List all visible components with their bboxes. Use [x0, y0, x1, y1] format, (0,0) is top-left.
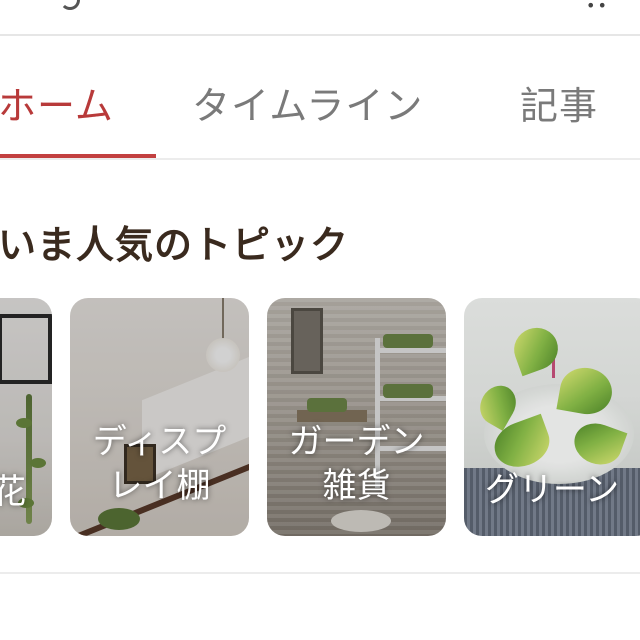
section-title: いま人気のトピック	[0, 223, 350, 267]
tab-timeline[interactable]: タイムライン	[192, 86, 423, 126]
top-bar: ••	[0, 0, 640, 36]
topic-card-green[interactable]: グリーン	[464, 298, 640, 536]
tab-bar: ホーム タイムライン 記事	[0, 36, 640, 158]
more-icon[interactable]: ••	[586, 0, 609, 15]
topic-label-line1: ディスプ	[92, 422, 227, 462]
topic-card-flower[interactable]: 花	[0, 298, 52, 536]
topic-label-line2: 雑貨	[322, 466, 391, 506]
tab-home[interactable]: ホーム	[0, 86, 114, 126]
topic-card-garden-goods[interactable]: ガーデン 雑貨	[267, 298, 446, 536]
tab-articles[interactable]: 記事	[520, 86, 598, 126]
section-divider	[0, 572, 640, 574]
topic-card-display-shelf[interactable]: ディスプ レイ棚	[70, 298, 249, 536]
topic-label: グリーン	[484, 470, 620, 510]
topic-label: 花	[0, 472, 26, 512]
topic-label-line2: レイ棚	[108, 466, 211, 506]
search-icon[interactable]	[60, 0, 80, 10]
tab-divider	[0, 158, 640, 160]
topic-label-line1: ガーデン	[288, 422, 425, 462]
